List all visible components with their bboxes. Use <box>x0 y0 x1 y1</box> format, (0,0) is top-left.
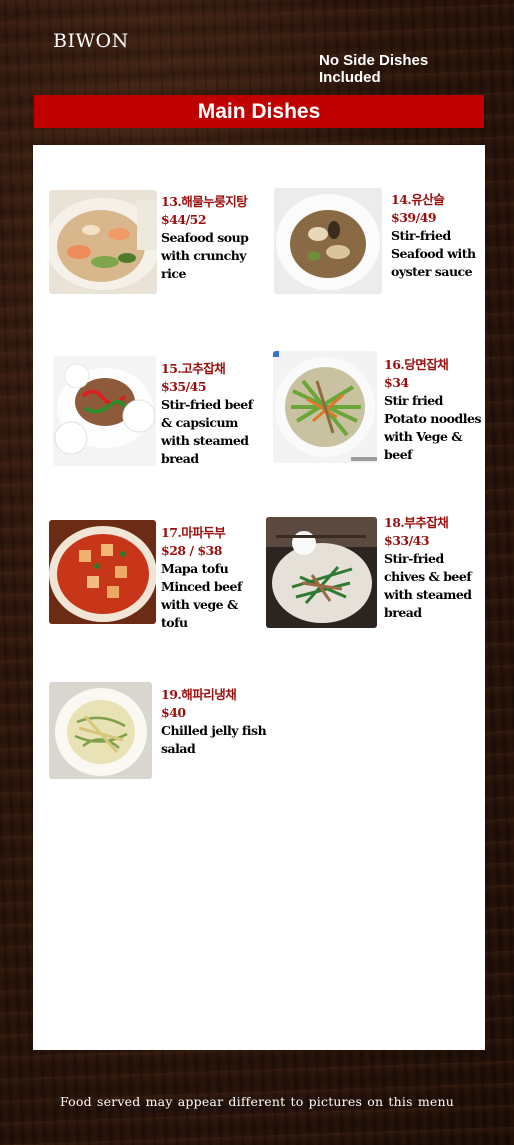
dish-name: 19.해파리냉채 <box>161 687 237 702</box>
chives-beef-photo <box>266 517 377 628</box>
seafood-soup-photo <box>49 190 157 294</box>
dish-description: Stir fried Potato noodles with Vege & be… <box>384 393 481 462</box>
beef-capsicum-photo <box>53 356 156 466</box>
dish-text-16: 16.당면잡채 $34 Stir fried Potato noodles wi… <box>384 356 484 464</box>
dish-name: 16.당면잡채 <box>384 357 449 372</box>
jellyfish-salad-photo <box>49 682 152 779</box>
dish-price: $40 <box>161 705 186 720</box>
dish-text-17: 17.마파두부 $28 / $38 Mapa tofu Minced beef … <box>161 524 261 632</box>
restaurant-name: BIWON <box>53 30 129 52</box>
dish-description: Stir-fried Seafood with oyster sauce <box>391 228 476 279</box>
dish-description: Chilled jelly fish salad <box>161 723 267 756</box>
dish-price: $35/45 <box>161 379 207 394</box>
dish-description: Mapa tofu Minced beef with vege & tofu <box>161 561 242 630</box>
mapo-tofu-photo <box>49 520 156 624</box>
dish-price: $39/49 <box>391 210 437 225</box>
dish-description: Stir-fried beef & capsicum with steamed … <box>161 397 253 466</box>
dish-price: $44/52 <box>161 212 207 227</box>
stir-fried-seafood-photo <box>274 188 382 294</box>
side-dish-note: No Side Dishes Included <box>319 52 429 86</box>
dish-price: $28 / $38 <box>161 543 222 558</box>
dish-text-15: 15.고추잡채 $35/45 Stir-fried beef & capsicu… <box>161 360 261 468</box>
footer-disclaimer: Food served may appear different to pict… <box>59 1094 455 1109</box>
dish-name: 17.마파두부 <box>161 525 226 540</box>
dish-text-19: 19.해파리냉채 $40 Chilled jelly fish salad <box>161 686 271 758</box>
dish-text-13: 13.해물누룽지탕 $44/52 Seafood soup with crunc… <box>161 193 276 283</box>
dish-name: 13.해물누룽지탕 <box>161 194 248 209</box>
dish-name: 14.유산슬 <box>391 192 445 207</box>
dish-price: $34 <box>384 375 409 390</box>
menu-panel: 13.해물누룽지탕 $44/52 Seafood soup with crunc… <box>33 145 485 1050</box>
section-title: Main Dishes <box>34 95 484 128</box>
dish-text-14: 14.유산슬 $39/49 Stir-fried Seafood with oy… <box>391 191 481 281</box>
dish-description: Stir-fried chives & beef with steamed br… <box>384 551 472 620</box>
dish-name: 15.고추잡채 <box>161 361 226 376</box>
dish-text-18: 18.부추잡채 $33/43 Stir-fried chives & beef … <box>384 514 484 622</box>
dish-price: $33/43 <box>384 533 430 548</box>
dish-description: Seafood soup with crunchy rice <box>161 230 249 281</box>
potato-noodles-photo <box>273 351 377 463</box>
dish-name: 18.부추잡채 <box>384 515 449 530</box>
